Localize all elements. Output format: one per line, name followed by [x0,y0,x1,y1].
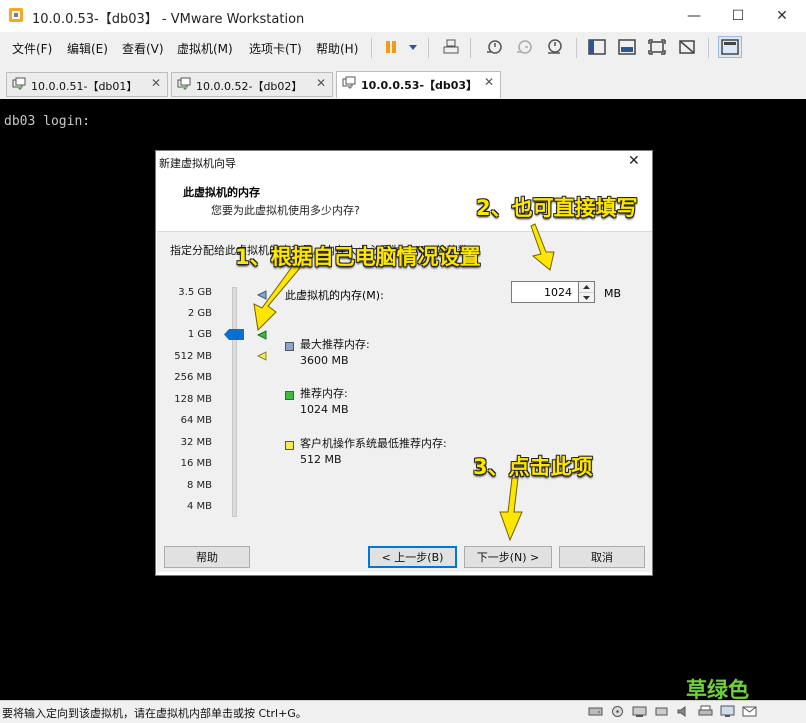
revert-snapshot-icon[interactable] [512,36,536,58]
thumbnail-view-icon[interactable] [718,36,742,58]
dialog-subheading: 您要为此虚拟机使用多少内存? [211,204,360,217]
toolbar-separator [576,38,577,58]
memory-slider-track[interactable] [232,287,237,517]
menu-edit[interactable]: 编辑(E) [67,40,108,57]
fullscreen-icon[interactable] [645,36,669,58]
menu-view[interactable]: 查看(V) [122,40,164,57]
snapshot-icon[interactable] [482,36,506,58]
manage-snapshots-icon[interactable] [542,36,566,58]
annotation-step1: 1、根据自己电脑情况设置 [235,245,481,269]
scale-label: 2 GB [187,308,212,319]
scale-label: 1 GB [187,329,212,340]
tab-bar: 10.0.0.51-【db01】 ✕ 10.0.0.52-【db02】 ✕ 10… [0,63,806,99]
scale-label: 128 MB [174,394,212,405]
dialog-title: 新建虚拟机向导 [159,157,236,170]
max-recommended-marker-icon [257,290,267,300]
toolbar-separator [470,38,471,58]
legend-value: 1024 MB [300,403,349,416]
display-icon[interactable] [720,705,735,718]
scale-label: 256 MB [174,372,212,383]
dialog-close-icon[interactable]: ✕ [628,153,640,169]
toolbar-separator [371,38,372,58]
message-icon[interactable] [742,705,757,718]
menu-file[interactable]: 文件(F) [12,40,52,57]
scale-label: 64 MB [180,415,212,426]
vm-icon [342,76,356,89]
minimum-recommended-legend: 客户机操作系统最低推荐内存: 512 MB [300,436,447,468]
minimum-recommended-marker-icon [257,351,267,361]
title-bar: 10.0.0.53-【db03】 - VMware Workstation — … [0,0,806,32]
sidebar-view-icon[interactable] [585,36,609,58]
close-icon[interactable]: ✕ [151,76,161,90]
annotation-step2: 2、也可直接填写 [476,196,638,220]
send-keys-icon[interactable] [439,36,463,58]
close-icon[interactable]: ✕ [484,75,494,89]
legend-value: 3600 MB [300,354,349,367]
scale-label: 3.5 GB [178,287,212,298]
scale-label: 512 MB [174,351,212,362]
back-button[interactable]: < 上一步(B) [368,546,457,568]
minimum-recommended-swatch [285,441,294,450]
maximize-button[interactable]: ☐ [716,0,760,32]
next-button[interactable]: 下一步(N) > [464,546,552,568]
legend-title: 最大推荐内存: [300,338,370,351]
printer-icon[interactable] [698,705,713,718]
memory-label: 此虚拟机的内存(M): [285,289,384,302]
hdd-icon[interactable] [588,705,603,718]
scale-label: 16 MB [180,458,212,469]
cdrom-icon[interactable] [610,705,625,718]
memory-spinner[interactable] [579,281,595,303]
help-button[interactable]: 帮助 [164,546,250,568]
window-title: 10.0.0.53-【db03】 - VMware Workstation [32,12,305,27]
menu-vm[interactable]: 虚拟机(M) [177,40,233,57]
memory-slider-thumb[interactable] [224,329,244,340]
legend-title: 推荐内存: [300,387,348,400]
tab-label: 10.0.0.51-【db01】 [31,80,138,93]
console-login-prompt: db03 login: [4,114,91,129]
watermark: 草绿色 [686,678,749,702]
usb-icon[interactable] [654,705,669,718]
memory-unit: MB [604,287,622,300]
scale-label: 4 MB [186,501,212,512]
legend-title: 客户机操作系统最低推荐内存: [300,437,447,450]
scale-label: 8 MB [186,480,212,491]
minimize-button[interactable]: — [672,0,716,32]
cancel-button[interactable]: 取消 [559,546,645,568]
menu-tabs[interactable]: 选项卡(T) [249,40,302,57]
vm-icon [177,77,191,90]
toolbar-separator [708,38,709,58]
recommended-swatch [285,391,294,400]
toolbar-separator [428,38,429,58]
memory-input[interactable] [511,281,579,303]
console-view-icon[interactable] [615,36,639,58]
vmware-logo-icon [9,8,23,22]
pause-icon[interactable] [379,36,403,58]
scale-label: 32 MB [180,437,212,448]
spin-down-icon[interactable] [579,293,594,303]
close-button[interactable]: ✕ [760,0,804,32]
sound-icon[interactable] [676,705,691,718]
recommended-marker-icon [257,330,267,340]
tab-db02[interactable]: 10.0.0.52-【db02】 ✕ [171,72,333,97]
max-recommended-swatch [285,342,294,351]
menu-bar: 文件(F) 编辑(E) 查看(V) 虚拟机(M) 选项卡(T) 帮助(H) [0,32,806,64]
vm-icon [12,77,26,90]
menu-help[interactable]: 帮助(H) [316,40,358,57]
recommended-legend: 推荐内存: 1024 MB [300,386,349,418]
unity-icon[interactable] [675,36,699,58]
tab-label: 10.0.0.52-【db02】 [196,80,303,93]
dialog-heading: 此虚拟机的内存 [183,186,260,199]
network-icon[interactable] [632,705,647,718]
close-icon[interactable]: ✕ [316,76,326,90]
spin-up-icon[interactable] [579,282,594,293]
max-recommended-legend: 最大推荐内存: 3600 MB [300,337,370,369]
dialog-body: 指定分配给此虚拟机的内存量。内存大小必须为 4 MB 的倍数。 3.5 GB 2… [157,231,652,572]
tab-label: 10.0.0.53-【db03】 [361,79,478,92]
legend-value: 512 MB [300,453,342,466]
tab-db03[interactable]: 10.0.0.53-【db03】 ✕ [336,71,501,98]
dropdown-icon[interactable] [401,36,425,58]
status-text: 要将输入定向到该虚拟机，请在虚拟机内部单击或按 Ctrl+G。 [2,707,307,720]
annotation-step3: 3、点击此项 [473,455,593,479]
tab-db01[interactable]: 10.0.0.51-【db01】 ✕ [6,72,168,97]
